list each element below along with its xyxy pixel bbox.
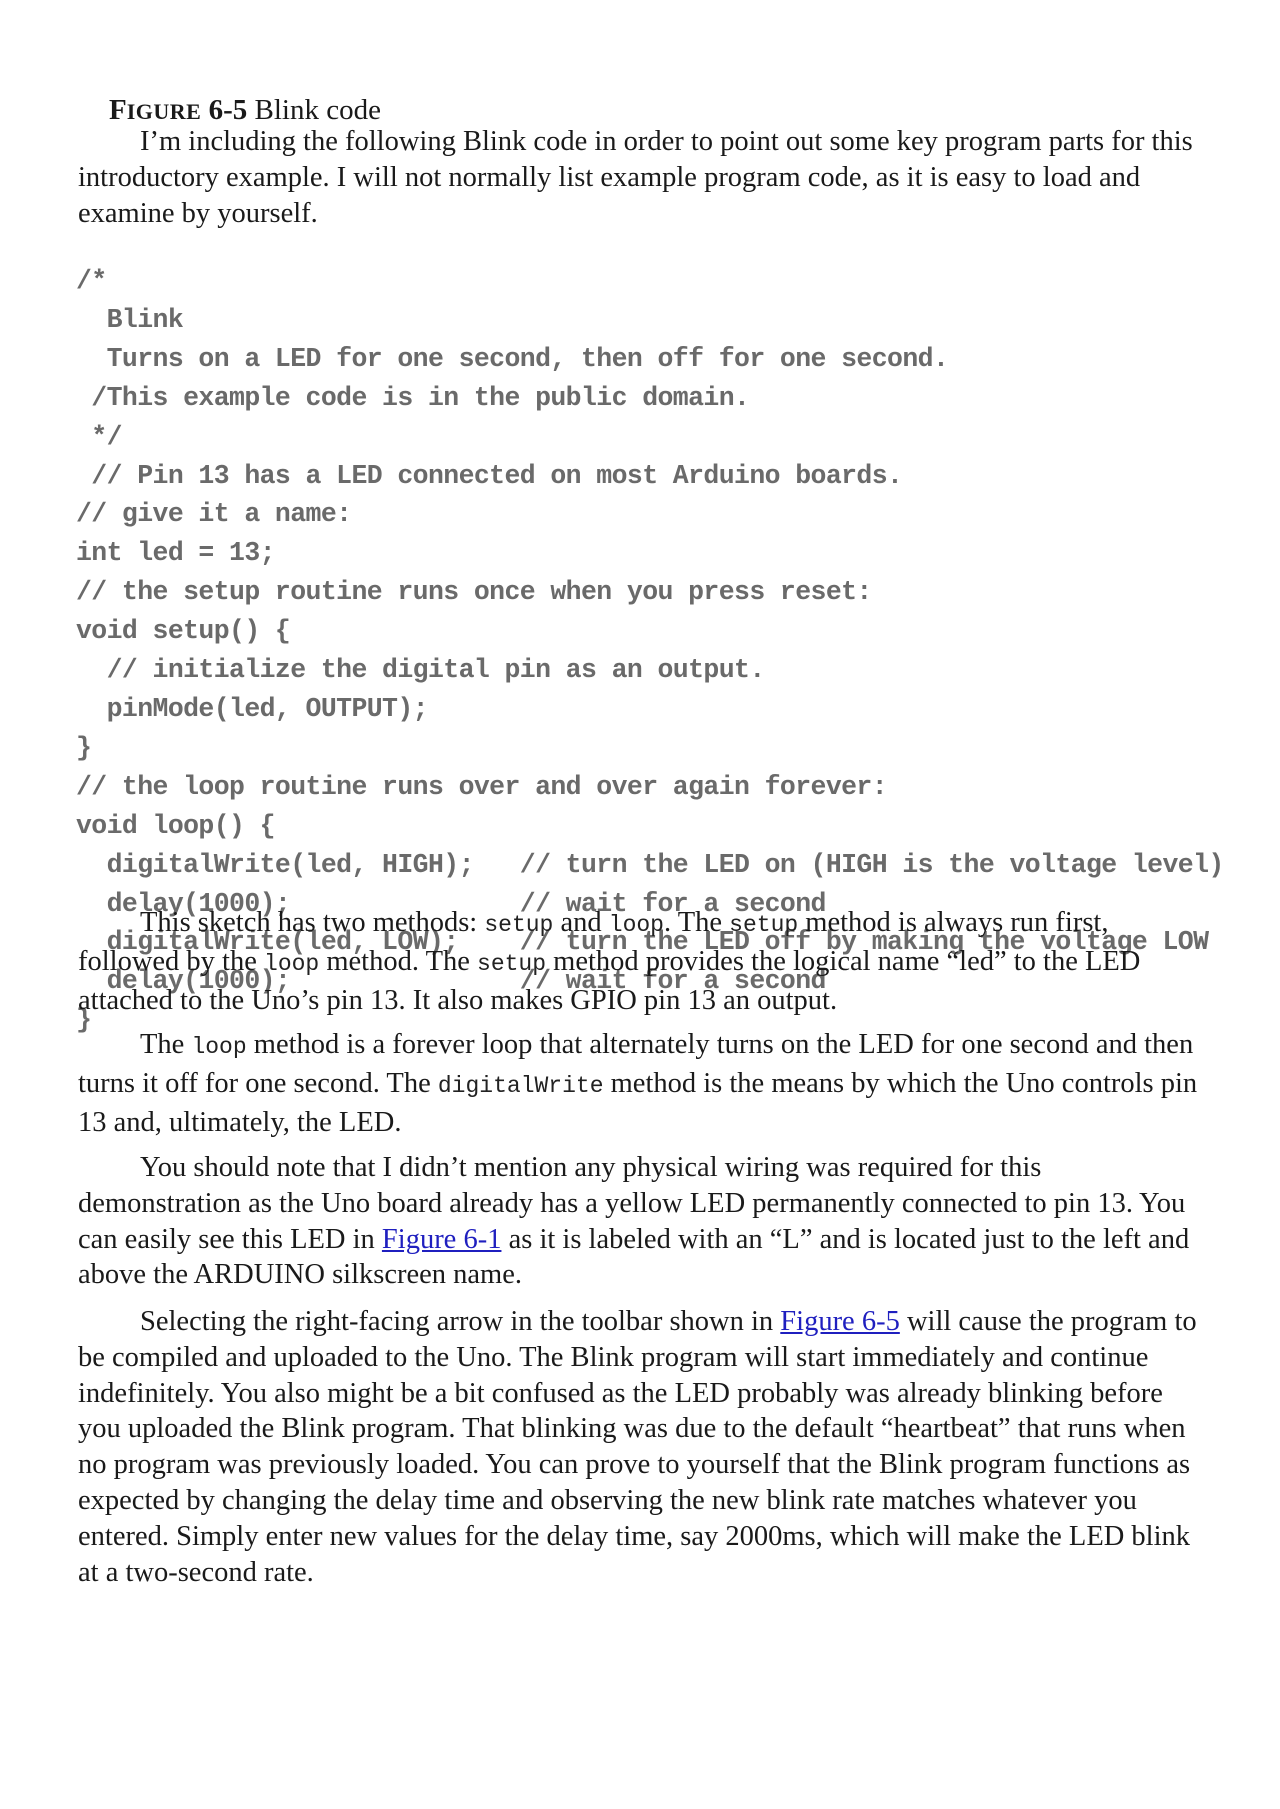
text: This sketch has two methods: <box>140 907 485 938</box>
code-line: /* <box>76 266 107 296</box>
text: . The <box>663 907 730 938</box>
code-line: // give it a name: <box>76 499 352 530</box>
inline-code: digitalWrite <box>437 1072 604 1099</box>
text: method. The <box>319 945 478 977</box>
caption-label-initial: F <box>109 94 127 126</box>
code-line: // Pin 13 has a LED connected on most Ar… <box>76 460 903 491</box>
code-line: int led = 13; <box>76 538 276 569</box>
text: and <box>553 907 609 938</box>
code-line: // the loop routine runs over and over a… <box>76 771 888 802</box>
figure-6-1-link[interactable]: Figure 6-1 <box>382 1224 502 1255</box>
loop-paragraph: The loop method is a forever loop that a… <box>78 1027 1208 1140</box>
figure-6-5-link[interactable]: Figure 6-5 <box>780 1306 900 1337</box>
code-line: Turns on a LED for one second, then off … <box>76 343 949 374</box>
intro-paragraph: I’m including the following Blink code i… <box>78 126 1193 229</box>
upload-paragraph: Selecting the right-facing arrow in the … <box>78 1304 1208 1590</box>
caption-title: Blink code <box>254 94 381 126</box>
code-line: void loop() { <box>76 810 276 841</box>
caption-label-rest: IGURE <box>126 99 202 124</box>
text: Selecting the right-facing arrow in the … <box>140 1306 781 1337</box>
code-line: pinMode(led, OUTPUT); <box>76 693 429 724</box>
code-line: } <box>76 732 92 763</box>
inline-code: loop <box>264 950 320 977</box>
inline-code: setup <box>484 912 554 938</box>
code-line: /This example code is in the public doma… <box>76 382 750 413</box>
inline-code: loop <box>191 1034 247 1060</box>
wiring-paragraph: You should note that I didn’t mention an… <box>78 1150 1208 1293</box>
code-line: // initialize the digital pin as an outp… <box>76 655 766 686</box>
text: will cause the program to be compiled an… <box>78 1306 1197 1588</box>
code-line: */ <box>76 421 122 452</box>
code-line: Blink <box>76 304 184 335</box>
code-line: digitalWrite(led, HIGH); // turn the LED… <box>76 849 1225 880</box>
inline-code: setup <box>729 912 799 938</box>
code-line: // the setup routine runs once when you … <box>76 577 872 608</box>
methods-paragraph: This sketch has two methods: setup and l… <box>78 905 1208 1018</box>
code-line: void setup() { <box>76 616 291 647</box>
text: The <box>140 1029 192 1060</box>
inline-code: loop <box>608 912 664 938</box>
inline-code: setup <box>477 950 547 977</box>
caption-number: 6-5 <box>208 94 248 126</box>
